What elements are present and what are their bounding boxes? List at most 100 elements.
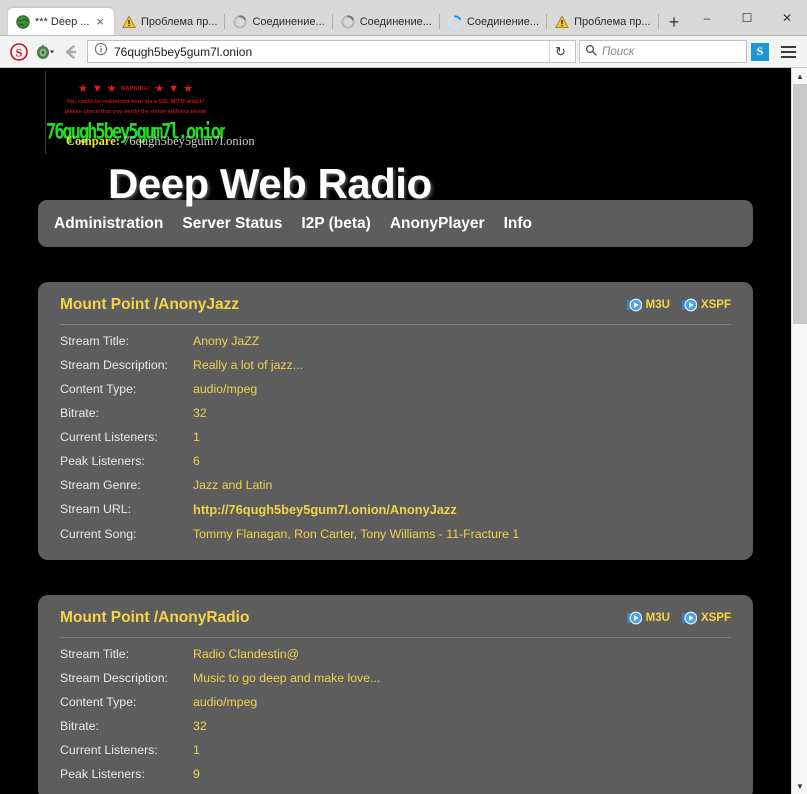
scroll-down-arrow[interactable]: ▼ <box>792 778 807 794</box>
search-input[interactable]: Поиск <box>602 46 634 58</box>
browser-tab[interactable]: Проблема пр... <box>547 8 658 35</box>
loading-icon <box>341 15 355 29</box>
mount-point-panel: Mount Point /AnonyJazz M3U XSPF Stream Titl… <box>38 282 753 560</box>
stream-info-table: Stream Title:Radio Clandestin@Stream Des… <box>60 642 731 786</box>
nav-item-administration[interactable]: Administration <box>54 215 163 233</box>
search-icon <box>585 43 597 61</box>
tab-label: Соединение... <box>467 16 539 28</box>
stream-info-key: Current Listeners: <box>60 425 193 449</box>
play-icon <box>682 611 697 625</box>
scrollbar-thumb[interactable] <box>793 84 807 324</box>
play-icon <box>682 298 697 312</box>
table-row: Peak Listeners:9 <box>60 762 731 786</box>
mount-point-prefix: Mount Point <box>60 609 154 626</box>
warning-line-1: You could be redirected here via a SSL M… <box>46 99 225 105</box>
playlist-link-m3u[interactable]: M3U <box>627 611 670 625</box>
stream-info-key: Content Type: <box>60 690 193 714</box>
table-row: Current Listeners:1 <box>60 425 731 449</box>
stream-info-value: 6 <box>193 449 731 473</box>
star-icon: ★ <box>107 82 117 95</box>
globe-icon <box>16 15 30 29</box>
table-row: Content Type:audio/mpeg <box>60 690 731 714</box>
search-bar[interactable]: Поиск <box>579 40 747 63</box>
browser-tab[interactable]: Проблема пр... <box>114 8 225 35</box>
warning-icon <box>555 15 569 29</box>
stream-info-value: audio/mpeg <box>193 690 731 714</box>
tor-onion-icon[interactable] <box>32 39 58 65</box>
divider <box>60 637 731 638</box>
new-tab-button[interactable]: + <box>661 9 687 35</box>
svg-text:S: S <box>16 45 23 59</box>
playlist-link-m3u[interactable]: M3U <box>627 298 670 312</box>
stream-info-value: Jazz and Latin <box>193 473 731 497</box>
close-tab-icon[interactable]: × <box>94 15 106 28</box>
stream-info-key: Stream Description: <box>60 353 193 377</box>
playlist-link-label: XSPF <box>701 612 731 624</box>
browser-titlebar: *** Deep ...×Проблема пр...Соединение...… <box>0 0 807 36</box>
divider <box>60 324 731 325</box>
stream-info-key: Peak Listeners: <box>60 449 193 473</box>
page-viewport: ★ ▼ ★ WARNING! ★ ▼ ★ You could be redire… <box>0 68 807 794</box>
stream-info-value: Music to go deep and make love... <box>193 666 731 690</box>
star-icon: ★ <box>183 82 193 95</box>
stream-info-key: Stream Title: <box>60 329 193 353</box>
star-icon: ★ <box>78 82 88 95</box>
url-text[interactable]: 76qugh5bey5gum7l.onion <box>114 45 543 59</box>
nav-item-server-status[interactable]: Server Status <box>182 215 282 233</box>
reload-icon[interactable]: ↻ <box>549 41 571 62</box>
playlist-link-label: XSPF <box>701 299 731 311</box>
browser-tab[interactable]: Соединение... <box>225 8 332 35</box>
scroll-up-arrow[interactable]: ▲ <box>792 68 807 84</box>
warning-label: WARNING! <box>121 86 151 92</box>
table-row: Stream Genre:Jazz and Latin <box>60 473 731 497</box>
playlist-link-label: M3U <box>646 299 670 311</box>
stream-url-link[interactable]: http://76qugh5bey5gum7l.onion/AnonyJazz <box>193 497 731 522</box>
warning-stars-row: ★ ▼ ★ WARNING! ★ ▼ ★ <box>46 82 225 95</box>
mount-point-list: Mount Point /AnonyJazz M3U XSPF Stream Titl… <box>0 282 791 794</box>
close-window-icon[interactable]: ✕ <box>767 4 807 33</box>
play-icon <box>627 298 642 312</box>
mount-point-title: Mount Point /AnonyJazz <box>60 296 239 314</box>
table-row: Current Listeners:1 <box>60 738 731 762</box>
table-row: Stream Title:Anony JaZZ <box>60 329 731 353</box>
compare-address: Compare: 76qugh5bey5gum7l.onion <box>66 134 255 149</box>
browser-window: *** Deep ...×Проблема пр...Соединение...… <box>0 0 807 794</box>
stream-info-value: 32 <box>193 714 731 738</box>
maximize-icon[interactable]: ☐ <box>727 4 767 33</box>
stream-info-key: Current Song: <box>60 522 193 546</box>
vertical-scrollbar[interactable]: ▲ ▼ <box>791 68 807 794</box>
tab-label: Соединение... <box>252 16 324 28</box>
stream-info-value: Really a lot of jazz... <box>193 353 731 377</box>
menu-icon[interactable] <box>775 39 801 65</box>
stream-info-key: Stream Title: <box>60 642 193 666</box>
stream-info-key: Peak Listeners: <box>60 762 193 786</box>
nav-item-info[interactable]: Info <box>504 215 532 233</box>
playlist-link-xspf[interactable]: XSPF <box>682 611 731 625</box>
nav-item-anonyplayer[interactable]: AnonyPlayer <box>390 215 485 233</box>
browser-tab[interactable]: Соединение... <box>440 8 547 35</box>
stream-info-table: Stream Title:Anony JaZZStream Descriptio… <box>60 329 731 546</box>
web-page: ★ ▼ ★ WARNING! ★ ▼ ★ You could be redire… <box>0 68 791 794</box>
page-info-icon[interactable] <box>94 42 108 61</box>
sync-icon[interactable]: S <box>751 43 769 61</box>
compare-label: Compare: <box>66 134 120 148</box>
scrollbar-track[interactable] <box>792 84 807 778</box>
browser-tab[interactable]: *** Deep ...× <box>8 8 114 35</box>
tab-label: Проблема пр... <box>574 16 650 28</box>
noscript-icon[interactable]: S <box>6 39 32 65</box>
browser-tab[interactable]: Соединение... <box>333 8 440 35</box>
url-bar[interactable]: 76qugh5bey5gum7l.onion ↻ <box>87 40 576 63</box>
mount-point-title: Mount Point /AnonyRadio <box>60 609 249 627</box>
panel-header: Mount Point /AnonyJazz M3U XSPF <box>60 296 731 324</box>
browser-navbar: S <box>0 36 807 68</box>
stream-info-value: Radio Clandestin@ <box>193 642 731 666</box>
minimize-icon[interactable]: – <box>687 4 727 33</box>
nav-item-i2p-beta[interactable]: I2P (beta) <box>301 215 371 233</box>
warning-line-2: please check that you verify the onion a… <box>46 109 225 115</box>
back-button[interactable] <box>58 39 84 65</box>
playlist-link-xspf[interactable]: XSPF <box>682 298 731 312</box>
mount-point-prefix: Mount Point <box>60 296 154 313</box>
stream-info-value: audio/mpeg <box>193 377 731 401</box>
stream-info-key: Stream Description: <box>60 666 193 690</box>
mount-point-panel: Mount Point /AnonyRadio M3U XSPF Stream Tit… <box>38 595 753 794</box>
